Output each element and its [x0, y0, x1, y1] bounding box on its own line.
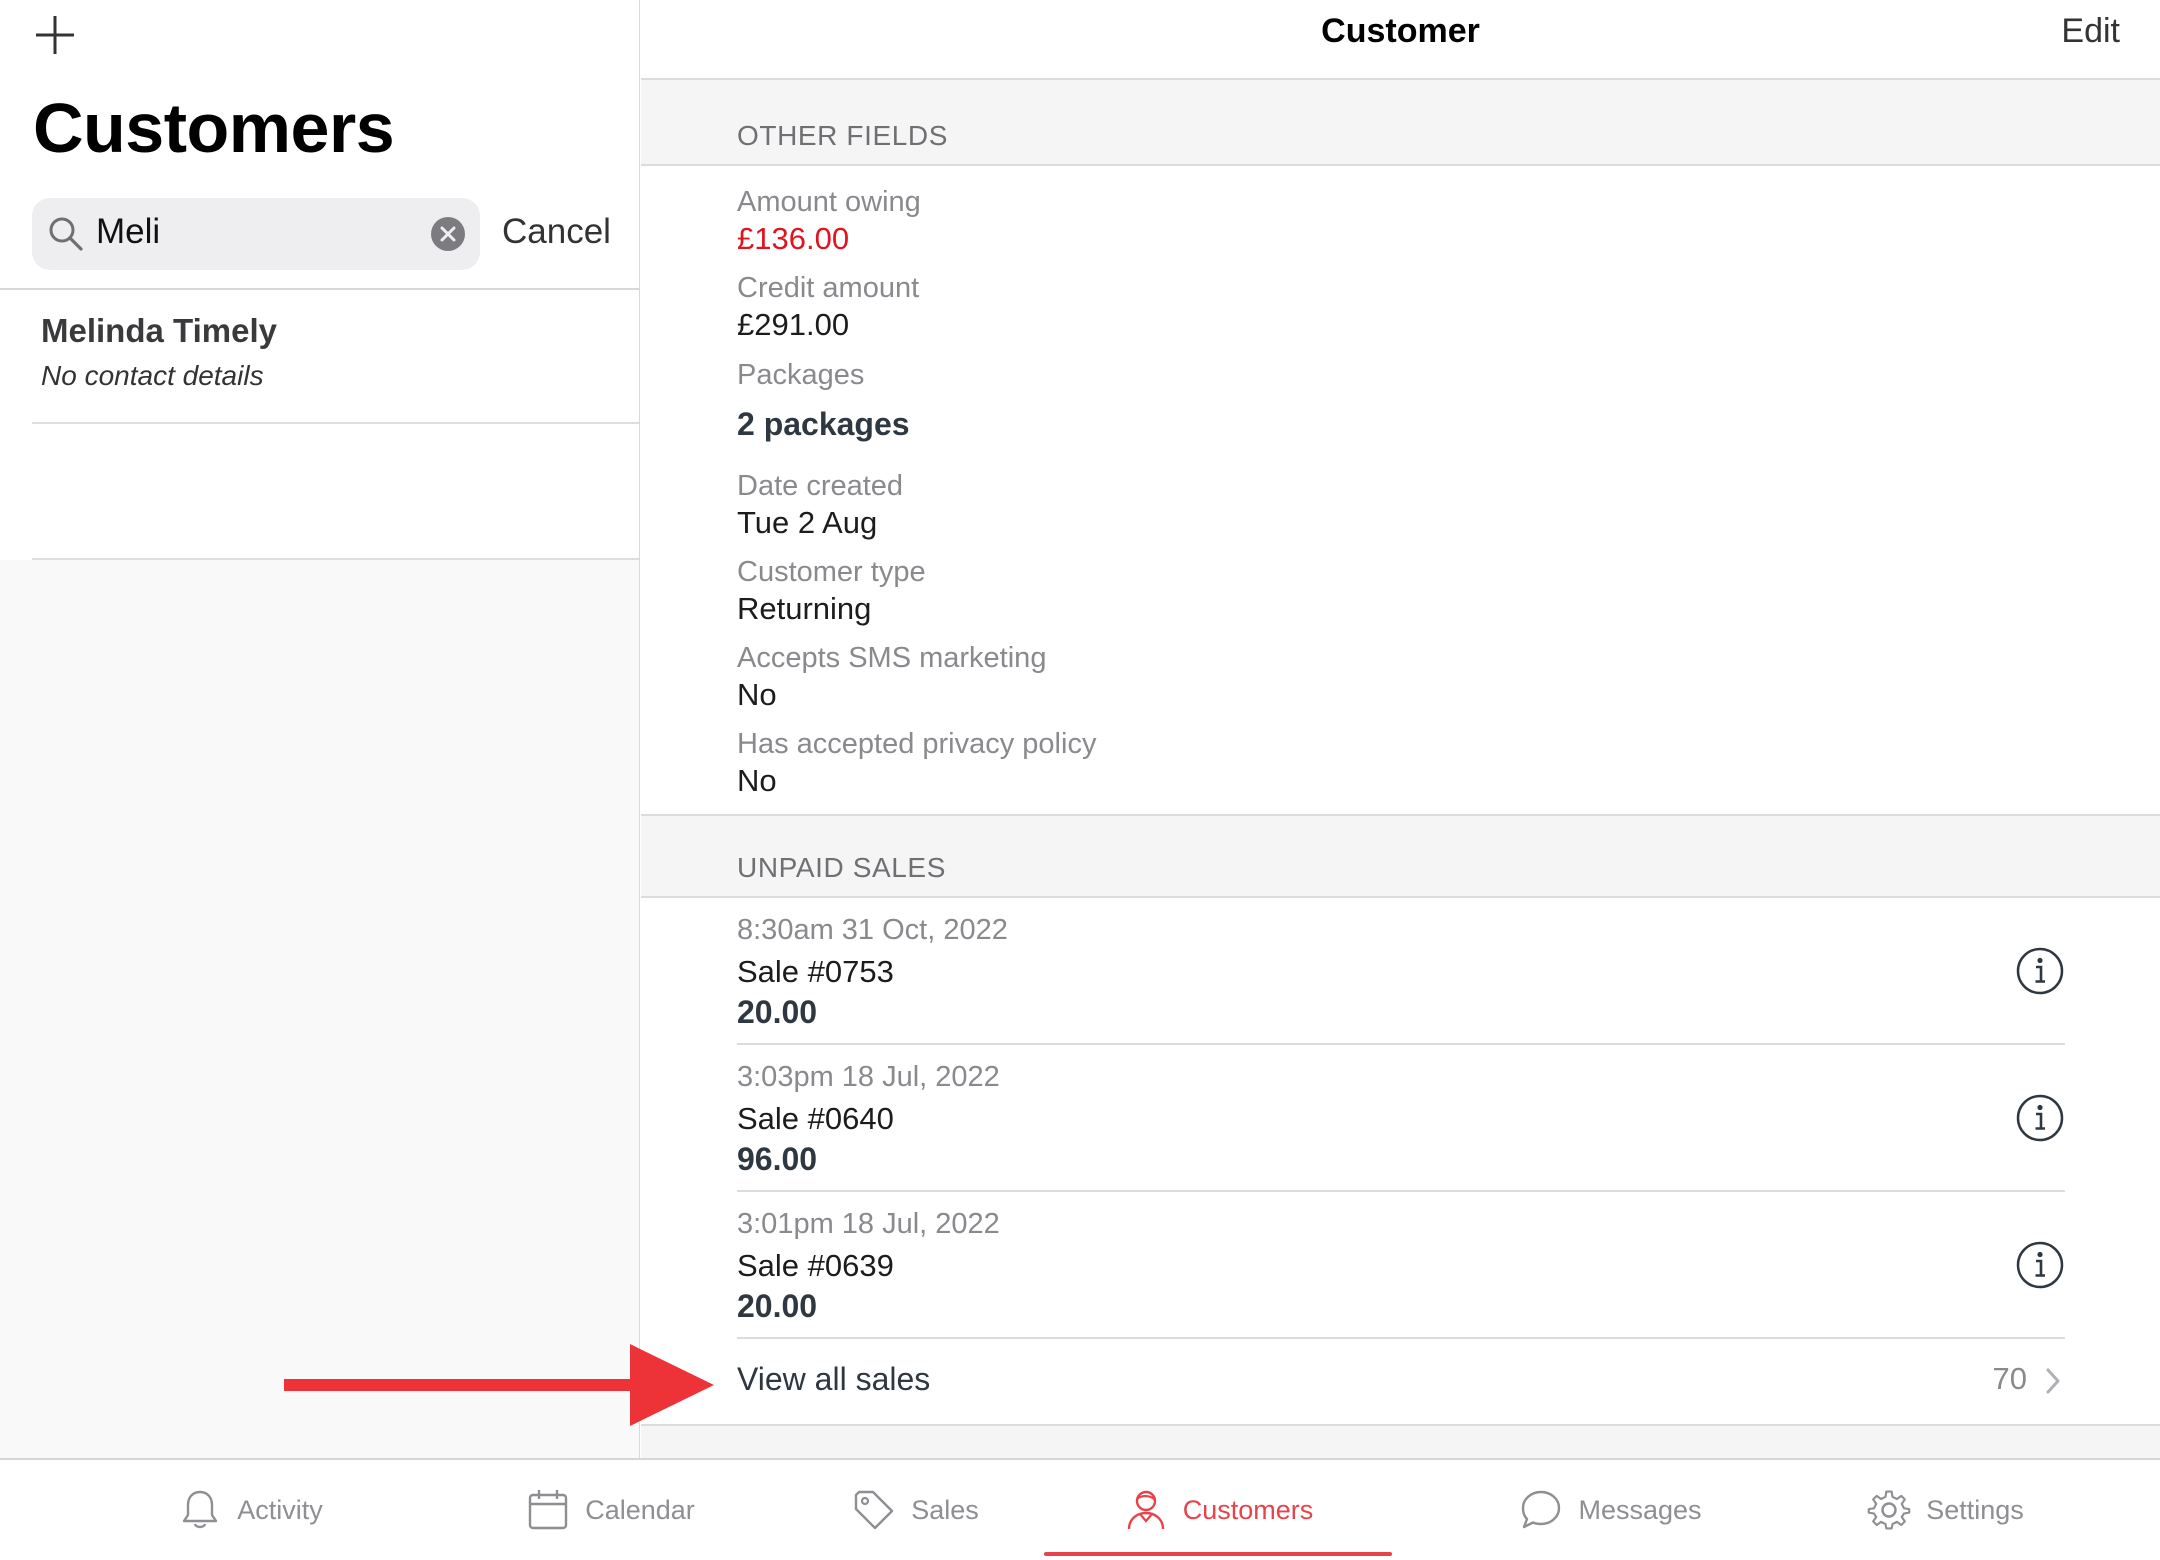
search-icon — [49, 217, 83, 251]
tab-settings[interactable]: Settings — [1810, 1460, 2080, 1560]
customer-contact-details: No contact details — [41, 360, 264, 391]
sale-info-button[interactable] — [2015, 1093, 2065, 1143]
tab-activity[interactable]: Activity — [110, 1460, 390, 1560]
field-label-customer-type: Customer type — [737, 556, 926, 588]
detail-nav-bar: Customer Edit — [641, 0, 2160, 80]
info-icon — [2016, 947, 2064, 995]
cancel-search-button[interactable]: Cancel — [502, 212, 611, 252]
empty-list-row — [32, 424, 639, 560]
tab-label: Activity — [237, 1494, 323, 1525]
section-header-label: UNPAID SALES — [737, 852, 946, 883]
sale-date: 8:30am 31 Oct, 2022 — [737, 914, 1008, 946]
field-label-sms-marketing: Accepts SMS marketing — [737, 642, 1047, 674]
search-input[interactable]: Meli — [32, 198, 480, 270]
field-label-privacy-policy: Has accepted privacy policy — [737, 728, 1097, 760]
gear-icon — [1867, 1490, 1911, 1530]
calendar-icon — [529, 1490, 568, 1530]
tab-bar: Activity Calendar Sales Customers Messag… — [0, 1458, 2160, 1560]
field-label-credit-amount: Credit amount — [737, 272, 920, 304]
section-header-label: OTHER FIELDS — [737, 120, 949, 151]
edit-button[interactable]: Edit — [2061, 12, 2120, 51]
field-label-amount-owing: Amount owing — [737, 186, 921, 218]
tab-label: Messages — [1578, 1494, 1702, 1525]
sale-number: Sale #0639 — [737, 1248, 894, 1283]
bell-icon — [183, 1490, 218, 1529]
sale-number: Sale #0753 — [737, 954, 894, 989]
field-value-credit-amount: £291.00 — [737, 307, 850, 342]
sale-amount: 20.00 — [737, 1288, 818, 1324]
sale-amount: 20.00 — [737, 994, 818, 1030]
detail-title: Customer — [1321, 12, 1480, 50]
annotation-arrow-icon — [284, 1344, 714, 1426]
sale-info-button[interactable] — [2015, 1240, 2065, 1290]
field-value-amount-owing: £136.00 — [737, 221, 850, 256]
field-value-customer-type: Returning — [737, 591, 872, 626]
field-label-packages: Packages — [737, 359, 865, 391]
customer-list-pane: Customers Meli Cancel Melinda Timely No … — [0, 0, 640, 1458]
other-fields-section: Amount owing £136.00 Credit amount £291.… — [641, 166, 2160, 816]
chat-bubble-icon — [1522, 1490, 1561, 1529]
sale-info-button[interactable] — [2015, 946, 2065, 996]
field-label-date-created: Date created — [737, 470, 904, 502]
search-value[interactable]: Meli — [96, 212, 160, 252]
sale-number: Sale #0640 — [737, 1101, 894, 1136]
divider — [0, 288, 639, 290]
view-all-sales-label: View all sales — [737, 1361, 931, 1397]
clear-search-icon[interactable] — [430, 216, 466, 252]
tab-calendar[interactable]: Calendar — [460, 1460, 760, 1560]
plus-icon — [36, 16, 74, 54]
customer-list-item[interactable]: Melinda Timely No contact details — [32, 292, 639, 424]
customer-name: Melinda Timely — [41, 312, 277, 349]
sale-row[interactable]: 3:03pm 18 Jul, 2022 Sale #0640 96.00 — [737, 1045, 2065, 1192]
tab-label: Calendar — [585, 1494, 695, 1525]
sale-row[interactable]: 8:30am 31 Oct, 2022 Sale #0753 20.00 — [737, 898, 2065, 1045]
packages-link[interactable]: 2 packages — [737, 406, 910, 443]
sales-count: 70 — [1992, 1361, 2027, 1396]
sale-date: 3:01pm 18 Jul, 2022 — [737, 1208, 1000, 1240]
field-value-date-created: Tue 2 Aug — [737, 505, 878, 540]
info-icon — [2016, 1241, 2064, 1289]
page-title: Customers — [33, 89, 395, 167]
add-customer-button[interactable] — [30, 10, 80, 60]
sale-date: 3:03pm 18 Jul, 2022 — [737, 1061, 1000, 1093]
field-value-privacy-policy: No — [737, 763, 777, 798]
section-header-unpaid-sales: UNPAID SALES — [641, 816, 2160, 898]
sale-row[interactable]: 3:01pm 18 Jul, 2022 Sale #0639 20.00 — [737, 1192, 2065, 1339]
tag-icon — [855, 1490, 894, 1530]
unpaid-sales-section: 8:30am 31 Oct, 2022 Sale #0753 20.00 3:0… — [641, 898, 2160, 1426]
chevron-right-icon — [2046, 1368, 2060, 1394]
tab-customers[interactable]: Customers — [1060, 1460, 1376, 1560]
section-header-other-fields: OTHER FIELDS — [641, 84, 2160, 166]
tab-messages[interactable]: Messages — [1470, 1460, 1750, 1560]
tab-label: Sales — [911, 1494, 979, 1525]
tab-label: Settings — [1926, 1494, 2024, 1525]
person-icon — [1127, 1490, 1164, 1530]
customer-detail-pane: Customer Edit OTHER FIELDS Amount owing … — [641, 0, 2160, 1458]
active-tab-indicator — [1044, 1552, 1392, 1556]
tab-sales[interactable]: Sales — [800, 1460, 1030, 1560]
field-value-sms-marketing: No — [737, 677, 777, 712]
sale-amount: 96.00 — [737, 1141, 818, 1177]
tab-label: Customers — [1182, 1494, 1314, 1525]
view-all-sales-row[interactable]: View all sales 70 — [737, 1339, 2065, 1425]
info-icon — [2016, 1094, 2064, 1142]
